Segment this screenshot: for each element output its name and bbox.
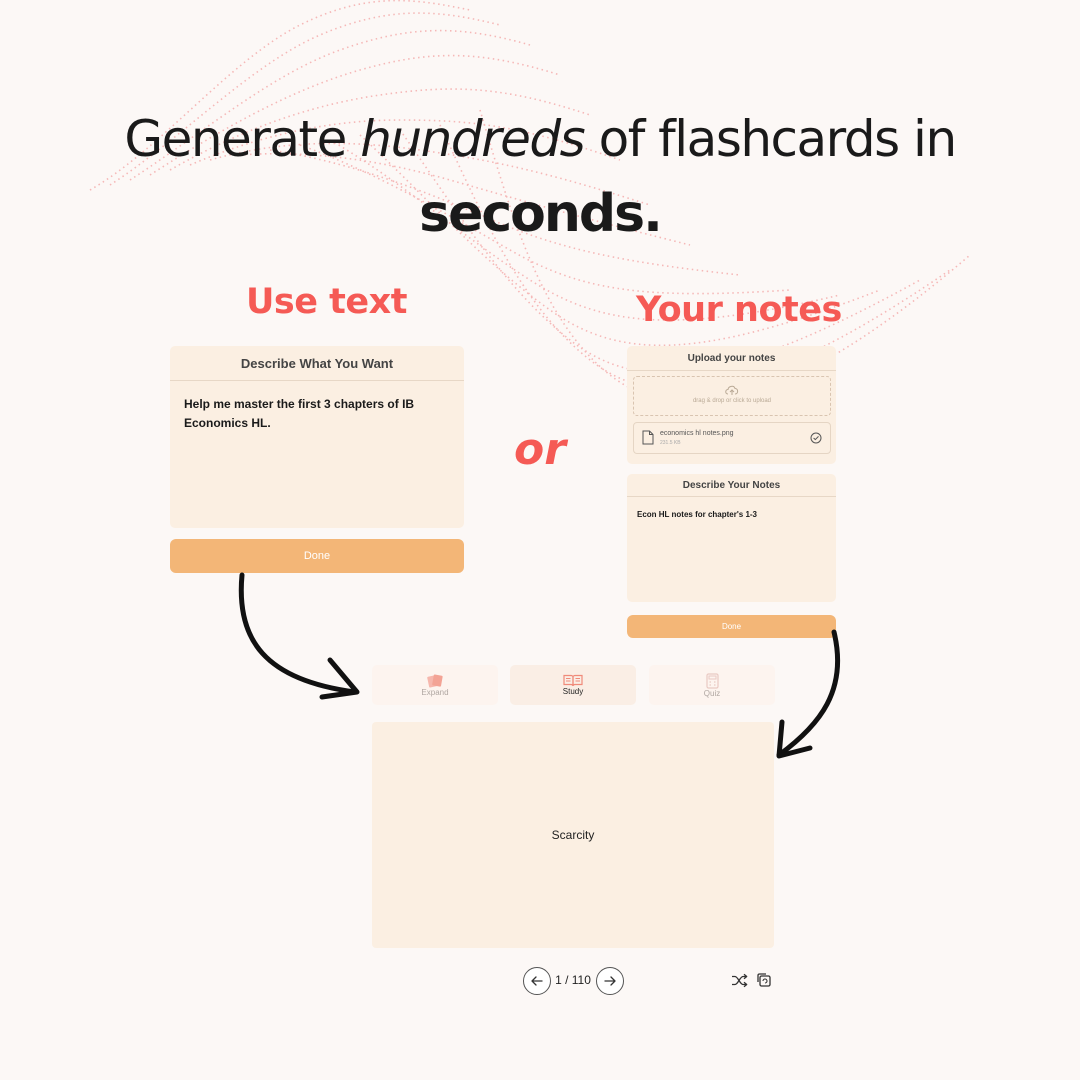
tab-quiz-label: Quiz xyxy=(703,688,721,698)
describe-notes-panel: Describe Your Notes Econ HL notes for ch… xyxy=(627,474,836,602)
book-icon xyxy=(563,674,583,687)
cards-icon xyxy=(427,674,443,688)
use-text-title: Use text xyxy=(246,282,407,322)
or-label: or xyxy=(514,424,566,475)
upload-hint: drag & drop or click to upload xyxy=(692,398,772,404)
file-size: 231.5 KB xyxy=(660,440,681,446)
headline-line-1: Generate hundreds of flashcards in xyxy=(0,110,1080,168)
next-card-button[interactable] xyxy=(596,967,624,995)
describe-want-header: Describe What You Want xyxy=(170,346,464,381)
cloud-upload-icon xyxy=(725,385,739,395)
arrow-left-icon xyxy=(531,976,543,986)
tab-expand[interactable]: Expand xyxy=(372,665,498,705)
shuffle-icon[interactable] xyxy=(731,973,748,988)
left-done-button[interactable]: Done xyxy=(170,539,464,573)
arrow-right-icon xyxy=(604,976,616,986)
file-name: economics hl notes.png xyxy=(660,430,734,437)
right-curved-arrow xyxy=(776,629,841,759)
upload-notes-header: Upload your notes xyxy=(627,346,836,371)
headline-emphasis: hundreds xyxy=(360,110,585,168)
your-notes-title: Your notes xyxy=(636,290,842,330)
headline-line-2: seconds. xyxy=(419,184,663,244)
headline-text-before: Generate xyxy=(124,110,361,168)
upload-dropzone[interactable]: drag & drop or click to upload xyxy=(633,376,831,416)
file-icon xyxy=(642,430,654,445)
tab-quiz[interactable]: Quiz xyxy=(649,665,775,705)
describe-notes-header: Describe Your Notes xyxy=(627,474,836,497)
previous-card-button[interactable] xyxy=(523,967,551,995)
flashcard[interactable]: Scarcity xyxy=(372,722,774,948)
tab-study-label: Study xyxy=(562,687,584,696)
flip-card-icon[interactable] xyxy=(756,972,773,989)
uploaded-file-row[interactable]: economics hl notes.png 231.5 KB xyxy=(633,422,831,454)
headline-text-after: of flashcards in xyxy=(584,110,958,168)
right-done-button[interactable]: Done xyxy=(627,615,836,638)
describe-want-panel: Describe What You Want Help me master th… xyxy=(170,346,464,528)
tab-study[interactable]: Study xyxy=(510,665,636,705)
upload-notes-panel: Upload your notes drag & drop or click t… xyxy=(627,346,836,464)
notes-textarea[interactable]: Econ HL notes for chapter's 1-3 xyxy=(627,497,836,532)
calculator-icon xyxy=(705,672,719,689)
left-curved-arrow xyxy=(238,572,360,700)
card-counter: 1 / 110 xyxy=(555,973,591,987)
tab-expand-label: Expand xyxy=(421,687,449,697)
prompt-textarea[interactable]: Help me master the first 3 chapters of I… xyxy=(170,381,448,447)
flashcard-text: Scarcity xyxy=(551,828,595,842)
check-circle-icon xyxy=(810,432,822,444)
